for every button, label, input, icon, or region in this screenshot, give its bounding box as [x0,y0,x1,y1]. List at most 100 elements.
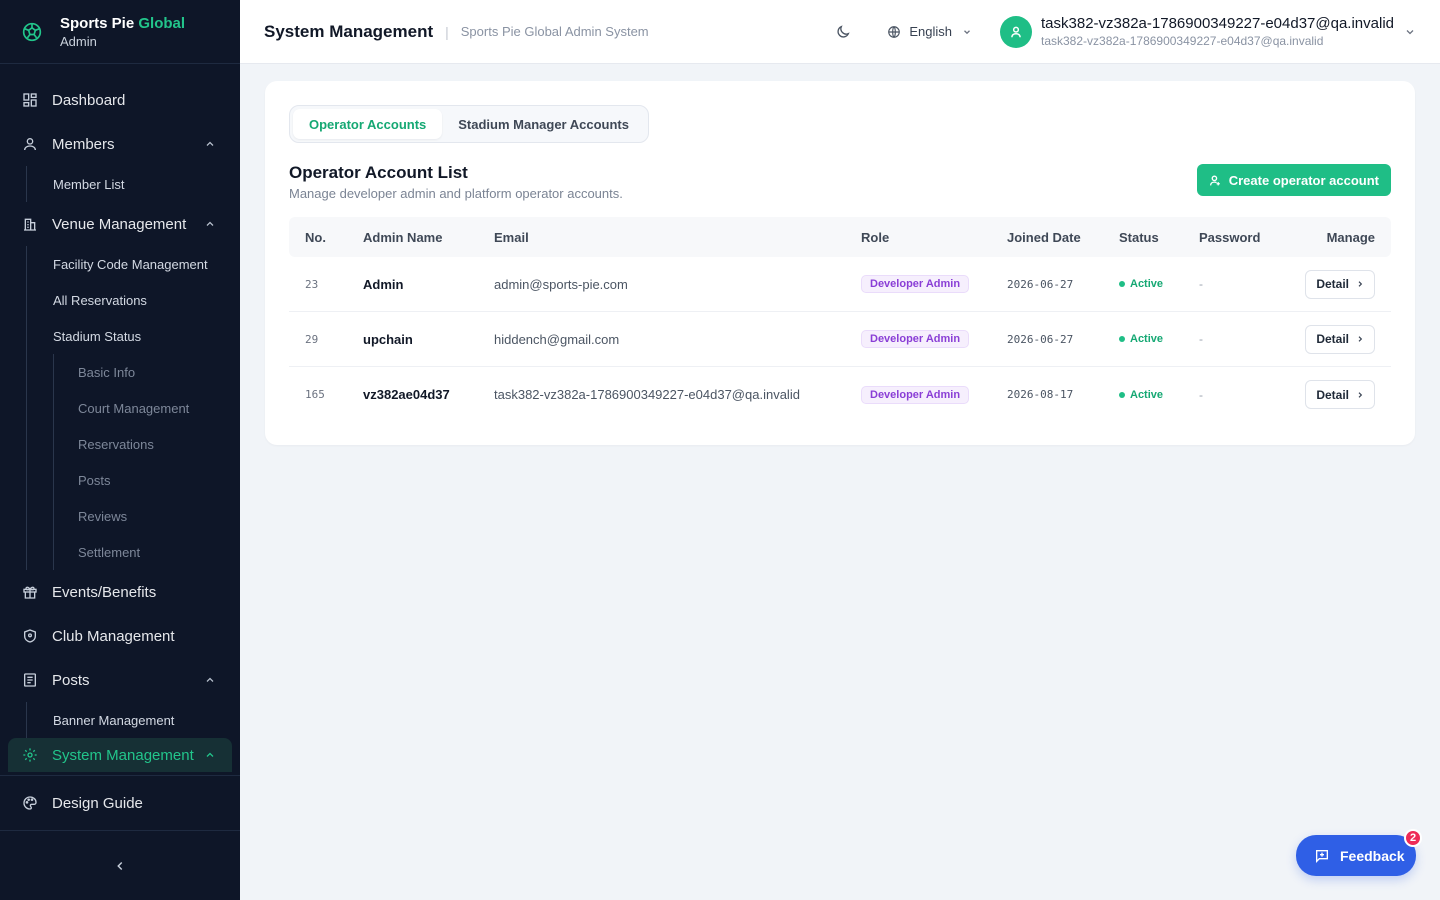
sidebar-item-basic-info[interactable]: Basic Info [0,354,240,390]
brand[interactable]: Sports Pie Global Admin [0,0,240,64]
status-dot [1119,336,1125,342]
sidebar-item-system-management[interactable]: System Management [8,738,232,772]
sidebar: Sports Pie Global Admin Dashboard Member… [0,0,240,900]
header-joined-date: Joined Date [1007,229,1081,245]
cell-email: admin@sports-pie.com [494,276,628,292]
venue-submenu: Facility Code Management All Reservation… [0,246,240,570]
cell-joined-date: 2026-08-17 [1007,388,1074,401]
cell-password: - [1199,277,1203,291]
sidebar-item-all-reservations[interactable]: All Reservations [0,282,240,318]
sidebar-item-member-list[interactable]: Member List [0,166,240,202]
sidebar-footer [0,830,240,900]
table-header: No. Admin Name Email Role Joined Date St… [289,217,1391,257]
globe-icon [888,25,901,38]
operator-accounts-card: Operator Accounts Stadium Manager Accoun… [265,81,1415,445]
sidebar-item-venue-management[interactable]: Venue Management [0,202,240,246]
chevron-right-icon [1358,336,1363,342]
sidebar-item-label: Design Guide [52,794,143,812]
table-row: 165 vz382ae04d37 task382-vz382a-17869003… [289,367,1391,422]
posts-submenu: Banner Management [0,702,240,738]
moon-icon[interactable] [835,24,851,40]
sidebar-item-events-benefits[interactable]: Events/Benefits [0,570,240,614]
cell-joined-date: 2026-06-27 [1007,277,1074,291]
user-email: task382-vz382a-1786900349227-e04d37@qa.i… [1041,34,1324,48]
sidebar-item-label: Events/Benefits [52,583,157,601]
shield-icon [24,629,36,643]
sidebar-item-club-management[interactable]: Club Management [0,614,240,658]
add-user-icon [1209,174,1220,185]
detail-button[interactable]: Detail [1305,324,1375,354]
cell-email: hiddench@gmail.com [494,331,620,347]
chevron-up-icon [206,221,214,226]
document-icon [24,673,36,687]
sidebar-item-dashboard[interactable]: Dashboard [0,78,240,122]
cell-no: 165 [305,388,325,401]
list-description: Manage developer admin and platform oper… [289,186,623,201]
message-plus-icon [1316,849,1328,863]
status-dot [1119,281,1125,287]
user-icon [24,138,36,151]
sidebar-item-court-management[interactable]: Court Management [0,390,240,426]
feedback-count-badge: 2 [1404,829,1422,847]
sidebar-item-reservations[interactable]: Reservations [0,426,240,462]
tab-stadium-manager-accounts[interactable]: Stadium Manager Accounts [442,109,645,139]
sidebar-item-reviews[interactable]: Reviews [0,498,240,534]
stadium-status-submenu: Basic Info Court Management Reservations… [0,354,240,570]
role-badge: Developer Admin [861,330,970,348]
table-row: 29 upchain hiddench@gmail.com Developer … [289,312,1391,367]
create-operator-label: Create operator account [1228,172,1379,188]
sidebar-item-banner-management[interactable]: Banner Management [0,702,240,738]
role-badge: Developer Admin [861,275,970,293]
building-icon [24,218,36,231]
chevron-left-icon[interactable] [113,859,127,873]
sidebar-item-venue-posts[interactable]: Posts [0,462,240,498]
cell-admin-name: Admin [363,276,404,292]
chevron-up-icon [206,141,214,146]
header-manage: Manage [1326,229,1375,245]
user-menu[interactable]: task382-vz382a-1786900349227-e04d37@qa.i… [1000,15,1416,48]
chevron-right-icon [1358,281,1363,287]
sidebar-item-members[interactable]: Members [0,122,240,166]
cell-no: 23 [305,277,319,291]
create-operator-button[interactable]: Create operator account [1196,164,1391,196]
language-label: English [909,24,952,39]
chevron-down-icon [1406,29,1414,34]
operator-table: No. Admin Name Email Role Joined Date St… [289,217,1391,422]
gift-icon [23,586,37,599]
detail-button[interactable]: Detail [1305,269,1375,299]
chevron-down-icon [964,29,970,34]
cell-admin-name: upchain [363,331,413,347]
sidebar-item-facility-code[interactable]: Facility Code Management [0,246,240,282]
sidebar-nav: Dashboard Members Member List Venue Mana… [0,78,240,772]
sidebar-item-posts[interactable]: Posts [0,658,240,702]
feedback-label: Feedback [1340,847,1405,864]
chevron-right-icon [1358,391,1363,398]
chevron-up-icon [206,752,214,757]
status-badge: Active [1119,333,1199,345]
account-tabs: Operator Accounts Stadium Manager Accoun… [289,105,649,143]
status-badge: Active [1119,389,1199,401]
header-admin-name: Admin Name [363,229,443,245]
brand-subtitle: Admin [60,33,97,49]
cell-no: 29 [305,332,319,346]
sidebar-item-stadium-status[interactable]: Stadium Status [0,318,240,354]
tab-operator-accounts[interactable]: Operator Accounts [293,109,443,139]
sidebar-item-settlement[interactable]: Settlement [0,534,240,570]
sidebar-item-label: Venue Management [52,215,187,233]
detail-button[interactable]: Detail [1305,380,1375,409]
avatar [1000,15,1032,48]
members-submenu: Member List [0,166,240,202]
feedback-button[interactable]: Feedback [1296,835,1416,876]
header-role: Role [861,229,890,245]
gear-icon [23,748,37,762]
cell-admin-name: vz382ae04d37 [363,387,450,402]
sidebar-item-label: Members [52,135,115,153]
palette-icon [23,796,37,810]
language-selector[interactable]: English [887,24,972,39]
header-email: Email [494,229,529,245]
cell-password: - [1199,332,1203,346]
sidebar-item-design-guide[interactable]: Design Guide [0,781,240,825]
header-no: No. [305,229,326,245]
cell-joined-date: 2026-06-27 [1007,332,1074,346]
sidebar-item-label: Posts [52,671,90,689]
